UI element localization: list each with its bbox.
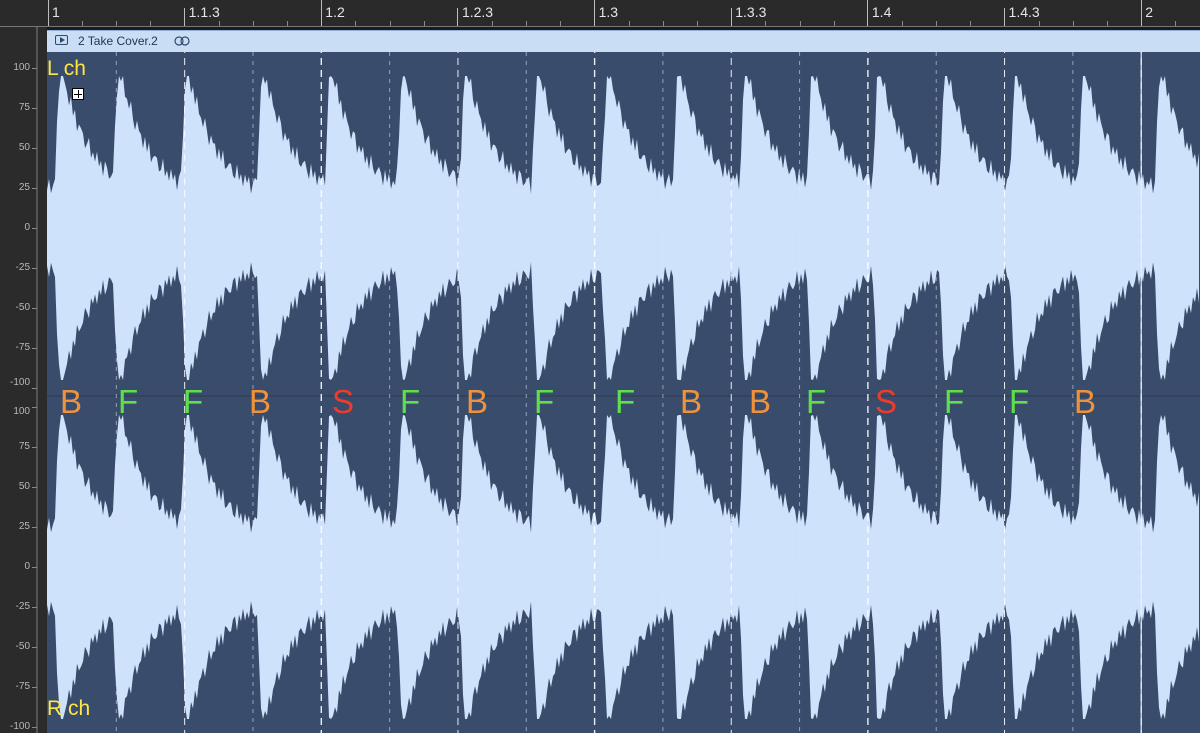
right-amp-tick-label: 0 xyxy=(24,561,30,572)
left-amp-tick-label: -100 xyxy=(9,377,30,388)
drum-hit-label: B xyxy=(1074,383,1097,420)
right-amp-tick-label: -50 xyxy=(15,641,30,652)
right-amp-tick-label: 100 xyxy=(13,406,30,417)
drum-hit-label: F xyxy=(806,383,827,420)
amp-tick xyxy=(32,647,37,648)
right-amp-tick-label: 50 xyxy=(18,481,30,492)
right-amp-tick-label: 75 xyxy=(18,441,30,452)
amp-tick xyxy=(32,388,37,389)
left-amp-tick-label: 100 xyxy=(13,62,30,73)
amp-tick xyxy=(32,68,37,69)
left-amp-tick-label: -75 xyxy=(15,342,30,353)
drum-hit-label: S xyxy=(875,383,898,420)
amp-tick xyxy=(32,108,37,109)
right-amp-tick-label: 25 xyxy=(18,521,30,532)
drum-hit-label: F xyxy=(534,383,555,420)
region-title: 2 Take Cover.2 xyxy=(78,34,158,48)
drum-hit-label: F xyxy=(615,383,636,420)
amp-tick xyxy=(32,687,37,688)
left-amp-tick-label: 0 xyxy=(24,222,30,233)
amp-tick xyxy=(32,527,37,528)
waveform-display[interactable] xyxy=(0,0,1200,733)
right-amp-tick-label: -25 xyxy=(15,601,30,612)
amp-tick xyxy=(32,228,37,229)
amp-tick xyxy=(32,607,37,608)
region-play-icon[interactable] xyxy=(55,35,68,45)
amp-tick xyxy=(32,268,37,269)
drum-hit-label: B xyxy=(680,383,703,420)
loop-icon xyxy=(174,36,190,46)
left-amp-tick-label: -25 xyxy=(15,262,30,273)
right-channel-label: R ch xyxy=(47,697,91,720)
amp-tick xyxy=(32,148,37,149)
left-amp-tick-label: -50 xyxy=(15,302,30,313)
amp-tick xyxy=(32,407,37,408)
drum-hit-label: F xyxy=(1009,383,1030,420)
drum-hit-label: B xyxy=(749,383,772,420)
left-channel-label: L ch xyxy=(47,57,86,80)
drum-hit-label: B xyxy=(60,383,83,420)
amp-tick xyxy=(32,727,37,728)
region-header[interactable]: 2 Take Cover.2 xyxy=(47,30,1200,52)
drum-hit-label: F xyxy=(400,383,421,420)
left-amp-tick-label: 50 xyxy=(18,142,30,153)
drum-hit-label: B xyxy=(466,383,489,420)
crosshair-cursor-icon xyxy=(72,88,84,100)
left-amp-tick-label: 75 xyxy=(18,102,30,113)
amp-tick xyxy=(32,447,37,448)
drum-hit-label: F xyxy=(183,383,204,420)
drum-hit-label: F xyxy=(118,383,139,420)
amp-tick xyxy=(32,188,37,189)
drum-hit-label: B xyxy=(249,383,272,420)
amp-tick xyxy=(32,567,37,568)
amp-tick xyxy=(32,487,37,488)
right-amp-tick-label: -100 xyxy=(9,721,30,732)
drum-hit-label: S xyxy=(332,383,355,420)
amp-tick xyxy=(32,308,37,309)
drum-hit-label: F xyxy=(944,383,965,420)
right-amp-tick-label: -75 xyxy=(15,681,30,692)
left-amp-tick-label: 25 xyxy=(18,182,30,193)
amp-tick xyxy=(32,348,37,349)
